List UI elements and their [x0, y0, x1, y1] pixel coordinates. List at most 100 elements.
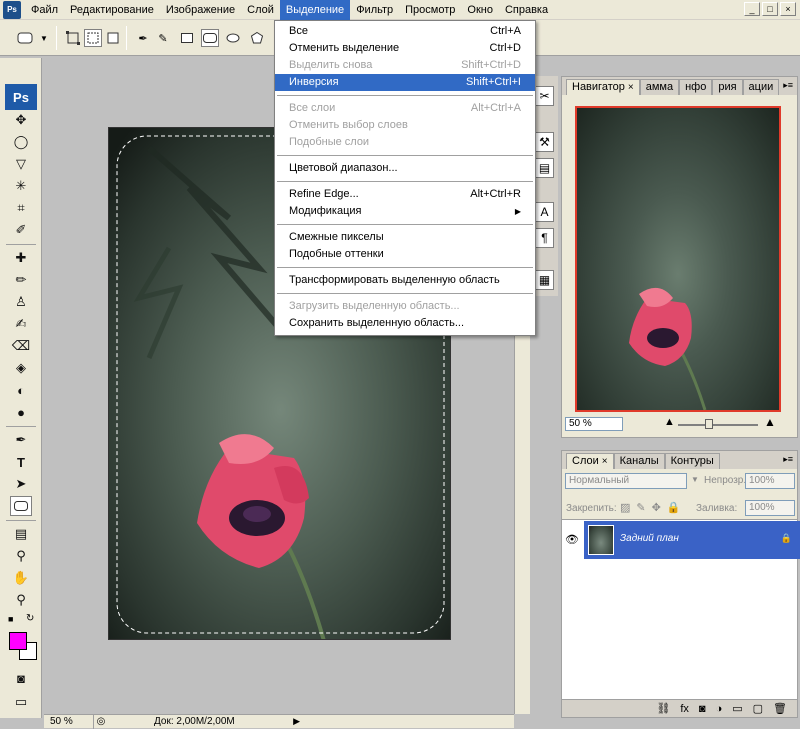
tab-channels[interactable]: Каналы: [613, 453, 665, 469]
horizontal-scrollbar[interactable]: [300, 714, 514, 728]
zoom-slider-thumb[interactable]: [705, 419, 713, 429]
eyedropper-icon[interactable]: ⚲: [10, 546, 32, 566]
lasso-ellipse-icon[interactable]: ◯: [10, 132, 32, 152]
pen-tool-icon[interactable]: ✒: [10, 430, 32, 450]
dropdown-item[interactable]: Все Ctrl+A: [275, 23, 535, 40]
path-selection-icon[interactable]: ➤: [10, 474, 32, 494]
quick-mask-icon[interactable]: ◙: [10, 668, 32, 688]
fill-input[interactable]: 100%: [745, 500, 795, 516]
paths-icon[interactable]: [84, 29, 102, 47]
dropdown-item[interactable]: Отменить выделение Ctrl+D: [275, 40, 535, 57]
freeform-pen-icon[interactable]: ✎: [154, 29, 172, 47]
link-icon[interactable]: ⛓: [656, 702, 670, 715]
dodge-icon[interactable]: ●: [10, 402, 32, 422]
dropdown-item[interactable]: Инверсия Shift+Ctrl+I: [275, 74, 535, 91]
dropdown-item[interactable]: Сохранить выделенную область...: [275, 315, 535, 332]
lasso-icon[interactable]: ▽: [10, 154, 32, 174]
menu-item-3[interactable]: Слой: [241, 0, 280, 20]
menu-item-4[interactable]: Выделение: [279, 0, 351, 20]
default-colors-icon[interactable]: ■: [8, 614, 13, 624]
minimize-button[interactable]: _: [744, 2, 760, 16]
menu-item-6[interactable]: Просмотр: [399, 0, 461, 20]
type-tool-icon[interactable]: T: [10, 452, 32, 472]
layer-comps-icon[interactable]: ▤: [535, 158, 554, 178]
lock-icons[interactable]: ▨✎✥🔒: [620, 501, 687, 514]
tab-layers[interactable]: Слои ×: [566, 453, 614, 469]
dropdown-item[interactable]: Подобные оттенки: [275, 246, 535, 263]
blend-chevron-icon[interactable]: ▼: [691, 475, 699, 484]
history-brush-icon[interactable]: ✍: [10, 314, 32, 334]
blur-icon[interactable]: ◐: [10, 380, 32, 400]
paragraph-icon[interactable]: ¶: [535, 228, 554, 248]
navigator-preview[interactable]: [575, 106, 781, 412]
dropdown-item[interactable]: Refine Edge... Alt+Ctrl+R: [275, 186, 535, 203]
menu-item-2[interactable]: Изображение: [160, 0, 241, 20]
slice-icon[interactable]: ✐: [10, 220, 32, 240]
layer-comp-icon[interactable]: ▦: [535, 270, 554, 290]
rectangle-icon[interactable]: [178, 29, 196, 47]
layers-panel-menu-icon[interactable]: ▸≡: [783, 454, 793, 465]
layer-row[interactable]: 👁 Задний план 🔒: [565, 521, 800, 559]
ellipse-icon[interactable]: [224, 29, 242, 47]
paint-bucket-icon[interactable]: ◈: [10, 358, 32, 378]
eraser-icon[interactable]: ⌫: [10, 336, 32, 356]
menu-item-7[interactable]: Окно: [461, 0, 499, 20]
status-menu-icon[interactable]: ▶: [293, 716, 300, 727]
rounded-rectangle-tool-icon[interactable]: [10, 496, 32, 516]
tab-actions[interactable]: ации: [742, 79, 780, 95]
new-layer-icon[interactable]: ▢: [753, 702, 763, 715]
fx-icon[interactable]: fx: [680, 703, 689, 715]
dropdown-item[interactable]: Модификация ▶: [275, 203, 535, 220]
polygon-icon[interactable]: [248, 29, 266, 47]
shape-layers-icon[interactable]: [64, 29, 82, 47]
crop-icon[interactable]: ⌗: [10, 198, 32, 218]
magic-wand-icon[interactable]: ✳: [10, 176, 32, 196]
group-icon[interactable]: ▭: [732, 702, 742, 715]
tool-preset-icon[interactable]: [16, 29, 34, 47]
dropdown-item[interactable]: Цветовой диапазон...: [275, 160, 535, 177]
menu-item-0[interactable]: Файл: [25, 0, 64, 20]
brushes-icon[interactable]: ✂: [535, 86, 554, 106]
eye-icon[interactable]: 👁: [565, 533, 579, 546]
tab-paths[interactable]: Контуры: [664, 453, 720, 469]
zoom-in-icon[interactable]: ▲: [764, 415, 776, 429]
dropdown-item[interactable]: Трансформировать выделенную область: [275, 272, 535, 289]
restore-button[interactable]: □: [762, 2, 778, 16]
menu-item-5[interactable]: Фильтр: [350, 0, 399, 20]
brush-icon[interactable]: ✏: [10, 270, 32, 290]
zoom-icon[interactable]: ⚲: [10, 590, 32, 610]
adjustment-icon[interactable]: ◑: [716, 703, 723, 715]
status-zoom[interactable]: 50 %: [44, 714, 94, 729]
notes-icon[interactable]: ▤: [10, 524, 32, 544]
dropdown-item[interactable]: Смежные пикселы: [275, 229, 535, 246]
menu-item-1[interactable]: Редактирование: [64, 0, 160, 20]
chevron-down-icon[interactable]: ▼: [40, 34, 48, 43]
zoom-slider-track[interactable]: [678, 424, 758, 426]
opacity-input[interactable]: 100%: [745, 473, 795, 489]
screen-mode-icon[interactable]: ▭: [10, 692, 32, 712]
healing-brush-icon[interactable]: ✚: [10, 248, 32, 268]
character-icon[interactable]: A: [535, 202, 554, 222]
mask-icon[interactable]: ◙: [699, 703, 706, 715]
menu-item-8[interactable]: Справка: [499, 0, 554, 20]
pen-icon[interactable]: ✒: [134, 29, 152, 47]
tool-presets-icon[interactable]: ⚒: [535, 132, 554, 152]
move-tool-icon[interactable]: ✥: [10, 110, 32, 130]
swap-colors-icon[interactable]: ↻: [26, 613, 34, 624]
tab-info[interactable]: нфо: [679, 79, 713, 95]
close-button[interactable]: ×: [780, 2, 796, 16]
hand-icon[interactable]: ✋: [10, 568, 32, 588]
navigator-zoom-input[interactable]: 50 %: [565, 417, 623, 431]
trash-icon[interactable]: 🗑: [773, 702, 787, 715]
tab-histogram[interactable]: амма: [639, 79, 680, 95]
fill-pixels-icon[interactable]: [104, 29, 122, 47]
window-controls: _ □ ×: [744, 2, 796, 16]
zoom-out-icon[interactable]: ▲: [664, 416, 675, 428]
tab-navigator[interactable]: Навигатор ×: [566, 79, 640, 95]
blend-mode-select[interactable]: Нормальный: [565, 473, 687, 489]
foreground-color-swatch[interactable]: [9, 632, 27, 650]
panel-menu-icon[interactable]: ▸≡: [783, 80, 793, 91]
rounded-rectangle-icon[interactable]: [201, 29, 219, 47]
clone-stamp-icon[interactable]: ♙: [10, 292, 32, 312]
tab-history[interactable]: рия: [712, 79, 743, 95]
